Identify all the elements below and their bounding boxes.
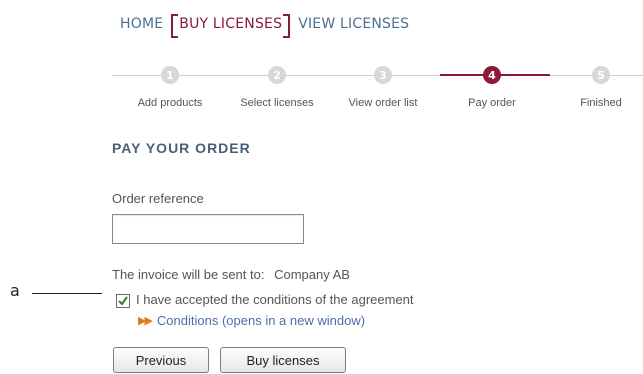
step-1-label: Add products bbox=[137, 97, 203, 109]
check-icon bbox=[118, 296, 128, 306]
order-reference-input[interactable] bbox=[112, 214, 304, 244]
step-3-number: 3 bbox=[374, 66, 392, 84]
nav-home[interactable]: HOME bbox=[120, 16, 163, 32]
conditions-link[interactable]: ▶▶ Conditions (opens in a new window) bbox=[138, 313, 365, 328]
buy-licenses-button[interactable]: Buy licenses bbox=[220, 347, 346, 373]
nav-buy-licenses[interactable]: BUY LICENSES bbox=[171, 14, 291, 38]
step-4-number: 4 bbox=[483, 66, 501, 84]
top-navigation: HOME BUY LICENSES VIEW LICENSES bbox=[120, 12, 409, 38]
step-1-number: 1 bbox=[161, 66, 179, 84]
page-title: PAY YOUR ORDER bbox=[112, 140, 251, 156]
double-arrow-icon: ▶▶ bbox=[138, 315, 153, 327]
order-reference-label: Order reference bbox=[112, 191, 204, 206]
step-4-label: Pay order bbox=[468, 97, 516, 109]
step-5-label: Finished bbox=[580, 97, 622, 109]
step-5-number: 5 bbox=[592, 66, 610, 84]
step-2-number: 2 bbox=[268, 66, 286, 84]
step-2-label: Select licenses bbox=[240, 97, 314, 109]
agree-label[interactable]: I have accepted the conditions of the ag… bbox=[136, 292, 414, 307]
invoice-company: Company AB bbox=[274, 267, 350, 282]
conditions-link-text[interactable]: Conditions (opens in a new window) bbox=[157, 313, 365, 328]
nav-view-licenses[interactable]: VIEW LICENSES bbox=[298, 16, 409, 32]
invoice-text: The invoice will be sent to: bbox=[112, 267, 265, 282]
previous-button[interactable]: Previous bbox=[113, 347, 209, 373]
callout-line bbox=[32, 293, 102, 294]
callout-letter: a bbox=[10, 281, 20, 300]
agree-checkbox[interactable] bbox=[116, 294, 130, 308]
invoice-info: The invoice will be sent to: Company AB bbox=[112, 267, 350, 282]
step-3-label: View order list bbox=[348, 97, 418, 109]
